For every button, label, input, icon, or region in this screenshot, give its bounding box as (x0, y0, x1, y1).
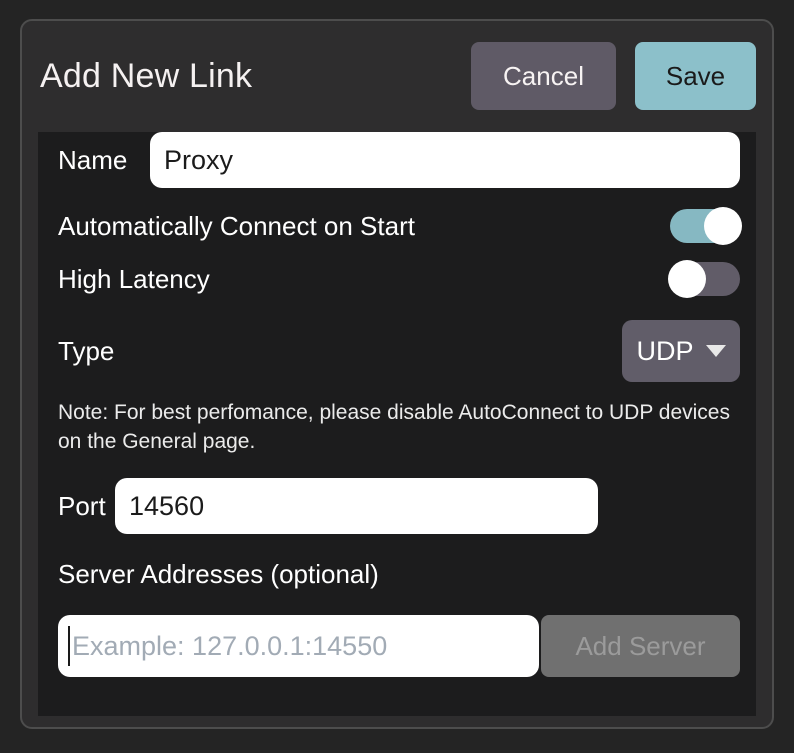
high-latency-toggle[interactable] (670, 262, 740, 296)
chevron-down-icon (706, 345, 726, 357)
add-link-dialog: Add New Link Cancel Save Name Automatica… (20, 19, 774, 729)
type-row: Type UDP (58, 320, 740, 382)
auto-connect-label: Automatically Connect on Start (58, 211, 415, 242)
port-row: Port (58, 478, 740, 534)
server-address-input[interactable] (58, 615, 539, 677)
port-label: Port (58, 491, 115, 522)
type-dropdown[interactable]: UDP (622, 320, 740, 382)
save-button[interactable]: Save (635, 42, 756, 110)
auto-connect-toggle[interactable] (670, 209, 740, 243)
dialog-title: Add New Link (40, 57, 471, 96)
auto-connect-row: Automatically Connect on Start (58, 208, 740, 244)
toggle-knob (704, 207, 742, 245)
udp-note-text: Note: For best perfomance, please disabl… (58, 398, 734, 456)
server-addresses-label: Server Addresses (optional) (58, 558, 740, 590)
add-server-button[interactable]: Add Server (541, 615, 740, 677)
high-latency-label: High Latency (58, 264, 210, 295)
form-panel: Name Automatically Connect on Start High… (38, 132, 756, 716)
name-input[interactable] (150, 132, 740, 188)
server-address-input-wrap (58, 615, 539, 677)
high-latency-row: High Latency (58, 261, 740, 297)
type-dropdown-value: UDP (636, 336, 693, 367)
type-label: Type (58, 336, 114, 367)
dialog-header: Add New Link Cancel Save (22, 21, 772, 110)
name-row: Name (58, 132, 740, 188)
port-input[interactable] (115, 478, 598, 534)
toggle-knob (668, 260, 706, 298)
cancel-button[interactable]: Cancel (471, 42, 616, 110)
server-address-row: Add Server (58, 615, 740, 677)
text-cursor (68, 626, 70, 666)
name-label: Name (58, 145, 150, 176)
